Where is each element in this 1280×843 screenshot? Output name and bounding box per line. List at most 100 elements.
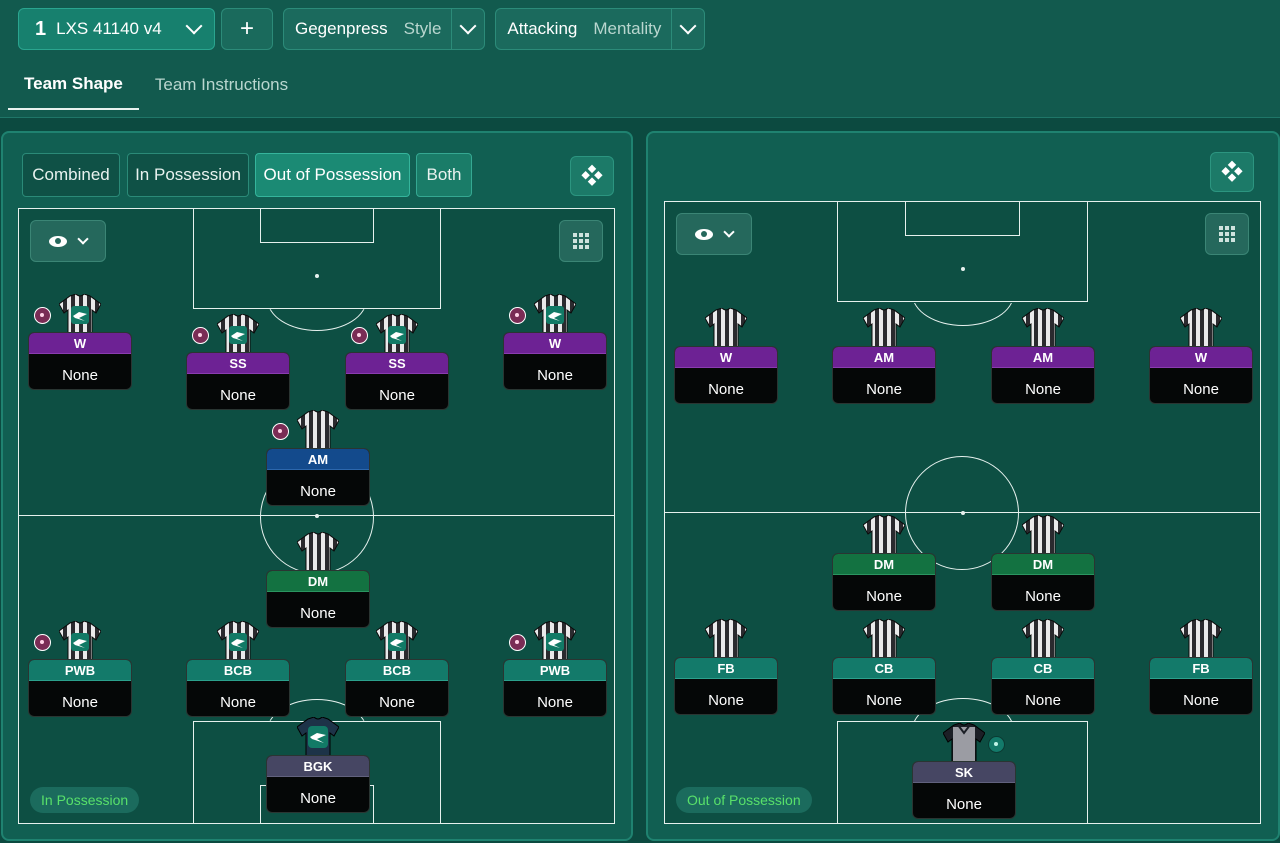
player-card[interactable]: CB None — [991, 657, 1095, 715]
shirt-icon — [297, 410, 339, 450]
player-slot-bcb-right[interactable]: BCB None — [345, 621, 449, 717]
phase-label: Out of Possession — [676, 787, 812, 813]
top-six-yard-box — [905, 202, 1020, 236]
instruction-badge-icon — [351, 327, 368, 344]
view-toggle-button[interactable] — [676, 213, 752, 255]
player-card[interactable]: W None — [28, 332, 132, 390]
player-slot-am-right[interactable]: AM None — [991, 308, 1095, 404]
player-card[interactable]: DM None — [832, 553, 936, 611]
player-slot-sk[interactable]: SK None — [912, 723, 1016, 819]
instruction-badge-icon — [34, 634, 51, 651]
player-duty: None — [379, 693, 415, 711]
mentality-dropdown-toggle[interactable] — [671, 9, 704, 49]
shirt-icon — [1022, 619, 1064, 659]
player-card[interactable]: W None — [503, 332, 607, 390]
view-toggle-button[interactable] — [30, 220, 106, 262]
segment-out-of-possession[interactable]: Out of Possession — [255, 153, 410, 197]
rotate-button[interactable] — [570, 156, 614, 196]
player-card[interactable]: AM None — [832, 346, 936, 404]
player-duty: None — [537, 366, 573, 384]
player-slot-pwb-left[interactable]: PWB None — [28, 621, 132, 717]
player-slot-fb-left[interactable]: FB None — [674, 619, 778, 715]
player-slot-am-left[interactable]: AM None — [832, 308, 936, 404]
player-slot-w-right[interactable]: W None — [1149, 308, 1253, 404]
player-card[interactable]: PWB None — [28, 659, 132, 717]
player-slot-cb-right[interactable]: CB None — [991, 619, 1095, 715]
player-role: CB — [833, 658, 935, 679]
grid-dots-icon — [573, 233, 589, 249]
style-dropdown-toggle[interactable] — [451, 9, 484, 49]
shirt-icon — [297, 717, 339, 757]
mentality-dropdown[interactable]: Attacking Mentality — [495, 8, 706, 50]
player-card[interactable]: PWB None — [503, 659, 607, 717]
player-card[interactable]: SS None — [186, 352, 290, 410]
eye-icon — [695, 228, 713, 240]
tab-team-shape[interactable]: Team Shape — [8, 60, 139, 110]
player-slot-pwb-right[interactable]: PWB None — [503, 621, 607, 717]
player-duty: None — [537, 693, 573, 711]
player-slot-ss-right[interactable]: SS None — [345, 314, 449, 410]
player-slot-bcb-left[interactable]: BCB None — [186, 621, 290, 717]
player-slot-cb-left[interactable]: CB None — [832, 619, 936, 715]
instruction-badge-icon — [272, 423, 289, 440]
player-card[interactable]: AM None — [991, 346, 1095, 404]
shirt-icon — [1022, 515, 1064, 555]
player-slot-w-right[interactable]: W None — [503, 294, 607, 390]
player-slot-bgk[interactable]: BGK None — [266, 717, 370, 813]
player-card[interactable]: FB None — [1149, 657, 1253, 715]
tab-team-instructions[interactable]: Team Instructions — [139, 60, 304, 110]
player-card[interactable]: W None — [1149, 346, 1253, 404]
shirt-icon — [534, 621, 576, 661]
player-slot-w-left[interactable]: W None — [674, 308, 778, 404]
layout-toggle-button[interactable] — [1205, 213, 1249, 255]
shirt-icon — [1022, 308, 1064, 348]
segment-in-possession[interactable]: In Possession — [127, 153, 249, 197]
player-card[interactable]: CB None — [832, 657, 936, 715]
player-card[interactable]: AM None — [266, 448, 370, 506]
player-card[interactable]: DM None — [991, 553, 1095, 611]
style-dropdown-main[interactable]: Gegenpress Style — [284, 9, 451, 49]
player-duty: None — [300, 789, 336, 807]
tactic-selector[interactable]: 1 LXS 41140 v4 — [18, 8, 215, 50]
mentality-value: Attacking — [507, 19, 578, 38]
player-duty: None — [62, 366, 98, 384]
add-tactic-button[interactable]: + — [221, 8, 273, 50]
center-spot — [315, 514, 319, 518]
player-slot-dm[interactable]: DM None — [266, 532, 370, 628]
tactic-number: 1 — [35, 17, 47, 40]
tactics-header: 1 LXS 41140 v4 + Gegenpress Style Attack… — [0, 0, 1280, 118]
player-slot-dm-left[interactable]: DM None — [832, 515, 936, 611]
shirt-icon — [1180, 308, 1222, 348]
player-card[interactable]: W None — [674, 346, 778, 404]
style-dropdown[interactable]: Gegenpress Style — [283, 8, 486, 50]
player-card[interactable]: BCB None — [186, 659, 290, 717]
player-slot-w-left[interactable]: W None — [28, 294, 132, 390]
shirt-icon — [59, 621, 101, 661]
segment-combined[interactable]: Combined — [22, 153, 120, 197]
player-duty: None — [220, 386, 256, 404]
player-card[interactable]: BGK None — [266, 755, 370, 813]
player-slot-fb-right[interactable]: FB None — [1149, 619, 1253, 715]
player-duty: None — [946, 795, 982, 813]
rotate-button[interactable] — [1210, 152, 1254, 192]
player-card[interactable]: DM None — [266, 570, 370, 628]
shirt-icon — [376, 314, 418, 354]
segment-both[interactable]: Both — [416, 153, 472, 197]
mentality-dropdown-main[interactable]: Attacking Mentality — [496, 9, 671, 49]
player-card[interactable]: BCB None — [345, 659, 449, 717]
player-slot-dm-right[interactable]: DM None — [991, 515, 1095, 611]
player-slot-ss-left[interactable]: SS None — [186, 314, 290, 410]
player-role: AM — [267, 449, 369, 470]
style-value: Gegenpress — [295, 19, 388, 38]
player-duty: None — [1183, 691, 1219, 709]
phase-label: In Possession — [30, 787, 140, 813]
shirt-icon — [863, 619, 905, 659]
layout-toggle-button[interactable] — [559, 220, 603, 262]
player-role: PWB — [29, 660, 131, 681]
player-slot-am[interactable]: AM None — [266, 410, 370, 506]
player-card[interactable]: SS None — [345, 352, 449, 410]
player-card[interactable]: SK None — [912, 761, 1016, 819]
player-role: W — [504, 333, 606, 354]
player-card[interactable]: FB None — [674, 657, 778, 715]
center-spot — [961, 511, 965, 515]
